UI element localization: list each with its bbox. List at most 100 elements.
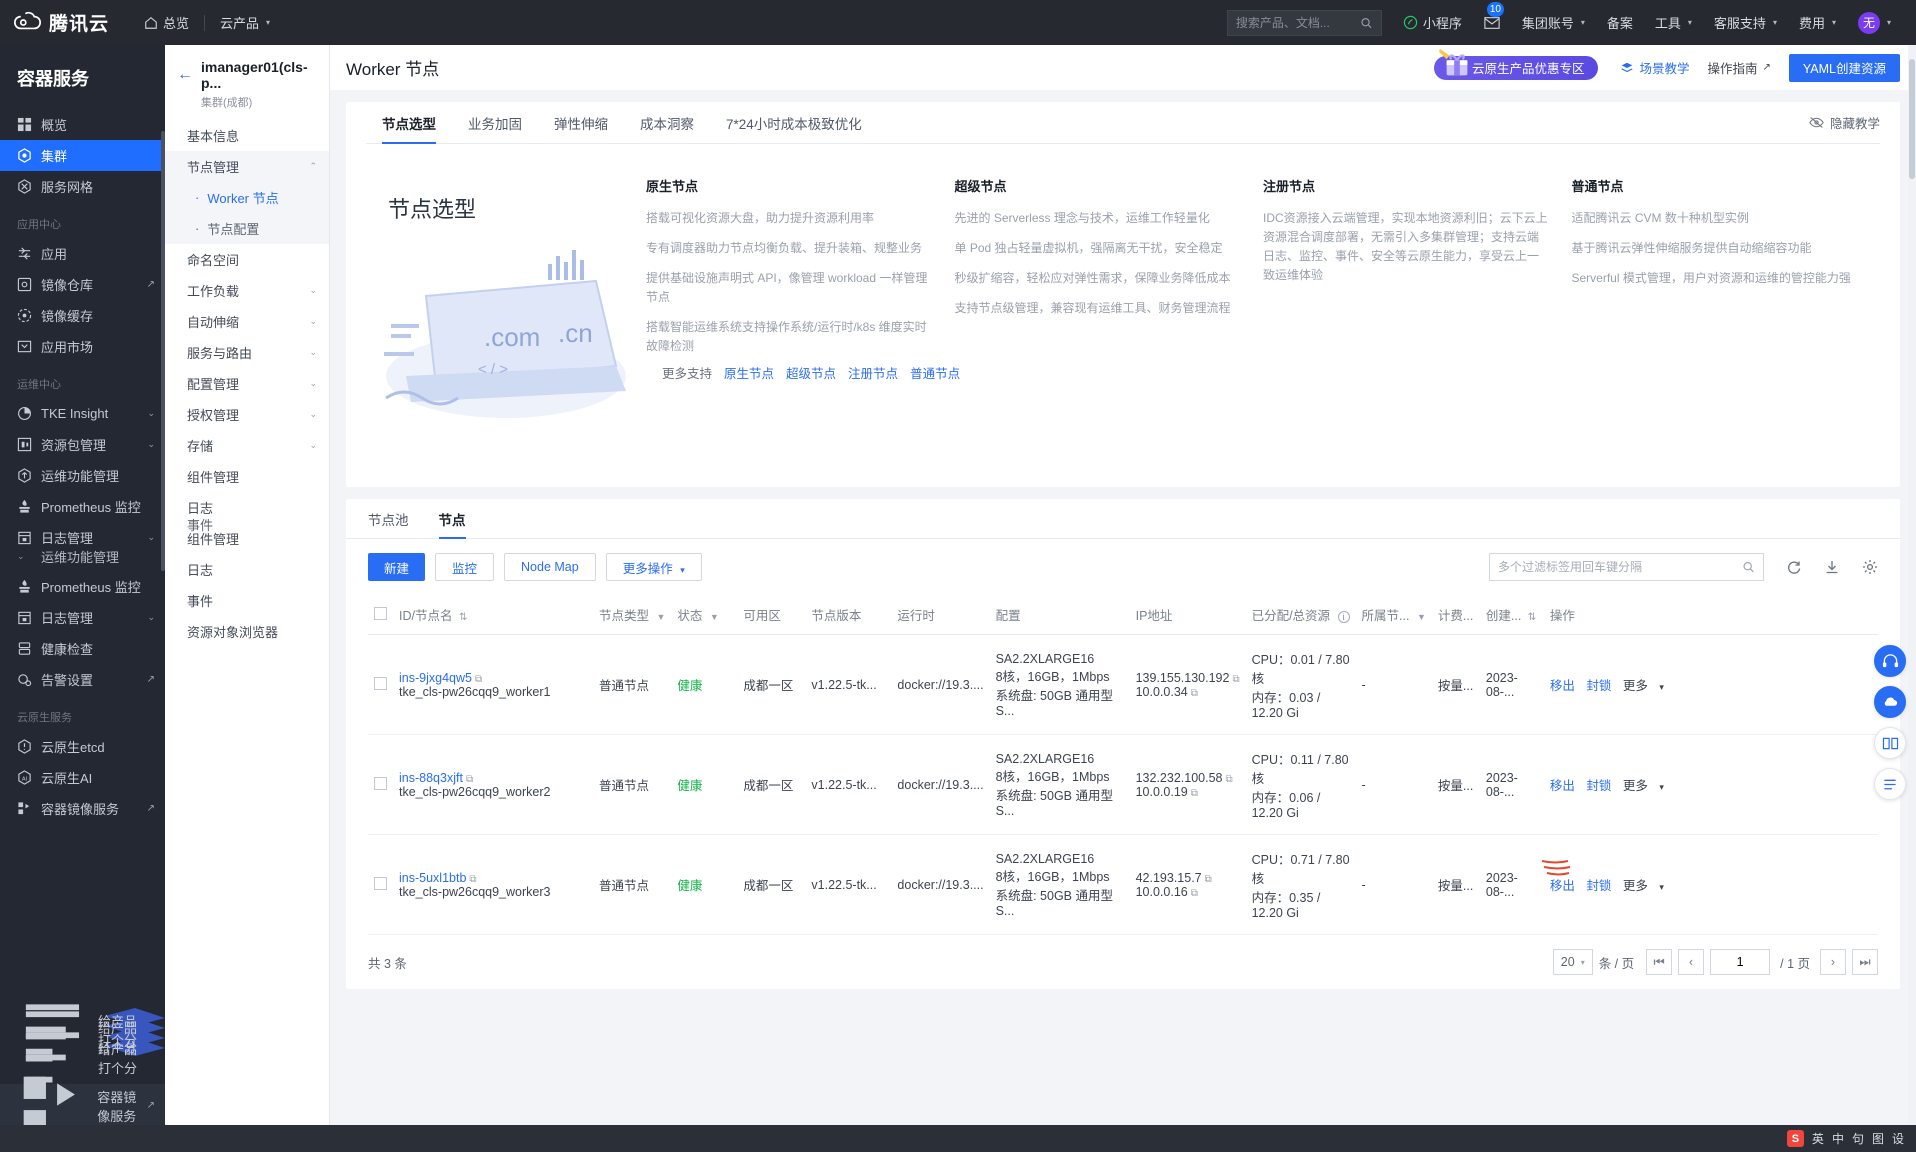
nav-group-account[interactable]: 集团账号 ▾ — [1511, 0, 1596, 45]
next-page-button[interactable]: › — [1820, 949, 1846, 975]
action-remove[interactable]: 移出 — [1550, 879, 1575, 893]
ops-guide-link[interactable]: 操作指南 ↗ — [1707, 58, 1770, 77]
ime-indicator[interactable]: S 英 中 句 图 设 — [1786, 1130, 1904, 1147]
sidebar-item-image-repo[interactable]: 镜像仓库 ↗ — [0, 269, 165, 300]
subnav-item-worker-node[interactable]: · Worker 节点 — [165, 182, 329, 213]
copy-icon[interactable]: ⧉ — [475, 674, 482, 685]
action-cordon[interactable]: 封锁 — [1586, 679, 1611, 693]
page-size-select[interactable]: 20 ▾ — [1552, 949, 1593, 975]
subnav-item-storage[interactable]: 存储 ⌄ — [165, 430, 329, 461]
sidebar-item-alarm-settings[interactable]: 告警设置 ↗ — [0, 664, 165, 695]
ime-item-3[interactable]: 图 — [1872, 1130, 1884, 1147]
table-row[interactable]: ins-5uxl1btb ⧉ tke_cls-pw26cqq9_worker3 普… — [368, 834, 1878, 935]
node-id-link[interactable]: ins-88q3xjft — [399, 771, 463, 785]
row-checkbox[interactable] — [374, 676, 387, 690]
action-remove[interactable]: 移出 — [1550, 779, 1575, 793]
nav-cloud-products[interactable]: 云产品 ▾ — [209, 0, 281, 45]
sogou-ime-icon[interactable]: S — [1786, 1130, 1804, 1147]
row-checkbox[interactable] — [374, 876, 387, 890]
ime-mode[interactable]: 英 — [1812, 1130, 1824, 1147]
copy-icon[interactable]: ⧉ — [1232, 674, 1239, 685]
docs-dock-button[interactable] — [1874, 727, 1906, 759]
scene-teaching-link[interactable]: 场景教学 — [1620, 58, 1689, 77]
tab-cost-insight[interactable]: 成本洞察 — [640, 102, 694, 144]
support-dock-button[interactable] — [1874, 645, 1906, 677]
sidebar-item-tke-insight[interactable]: TKE Insight ⌄ — [0, 398, 165, 429]
sidebar-item-native-ai[interactable]: AI 云原生AI — [0, 762, 165, 793]
last-page-button[interactable]: ⏭ — [1852, 949, 1878, 975]
chevron-down-icon[interactable]: ▾ — [1659, 882, 1664, 892]
action-remove[interactable]: 移出 — [1550, 679, 1575, 693]
filter-icon[interactable]: ▼ — [1417, 612, 1426, 622]
sidebar-item-registry-service[interactable]: 容器镜像服务 ↗ — [0, 793, 165, 824]
filter-search-box[interactable] — [1489, 553, 1764, 581]
more-link-native-node[interactable]: 原生节点 — [724, 363, 774, 382]
action-more[interactable]: 更多 — [1623, 679, 1648, 693]
nav-beian[interactable]: 备案 — [1596, 0, 1644, 45]
feedback-dock-button[interactable] — [1874, 768, 1906, 800]
hide-teaching-button[interactable]: 隐藏教学 — [1809, 113, 1880, 132]
page-scrollbar[interactable] — [1908, 45, 1916, 1152]
subnav-item-workload[interactable]: 工作负载 ⌄ — [165, 275, 329, 306]
table-row[interactable]: ins-88q3xjft ⧉ tke_cls-pw26cqq9_worker2 普… — [368, 734, 1878, 835]
sidebar-item-overview[interactable]: 概览 — [0, 109, 165, 140]
search-input[interactable] — [1235, 15, 1361, 30]
action-cordon[interactable]: 封锁 — [1586, 879, 1611, 893]
sidebar-item-cluster[interactable]: 集群 — [0, 140, 165, 171]
scrollbar-thumb[interactable] — [1909, 59, 1915, 179]
ime-item-1[interactable]: 中 — [1832, 1130, 1844, 1147]
cloud-dock-button[interactable] — [1874, 686, 1906, 718]
first-page-button[interactable]: ⏮ — [1646, 949, 1673, 975]
action-cordon[interactable]: 封锁 — [1586, 779, 1611, 793]
settings-icon[interactable] — [1862, 559, 1878, 575]
nav-overview[interactable]: 总览 — [133, 0, 200, 45]
copy-icon[interactable]: ⧉ — [466, 774, 473, 785]
nav-miniprogram[interactable]: 小程序 — [1392, 0, 1473, 45]
copy-icon[interactable]: ⧉ — [469, 874, 476, 885]
sidebar-item-native-etcd[interactable]: 云原生etcd — [0, 731, 165, 762]
subnav-item-component-management[interactable]: 组件管理 — [165, 461, 329, 492]
ime-item-2[interactable]: 句 — [1852, 1130, 1864, 1147]
more-link-common-node[interactable]: 普通节点 — [910, 363, 960, 382]
sidebar-item-log-manage-2[interactable]: 日志管理 ⌄ — [0, 602, 165, 633]
subnav-item-log-2[interactable]: 日志 — [165, 554, 329, 585]
nav-billing[interactable]: 费用 ▾ — [1788, 0, 1847, 45]
ime-item-4[interactable]: 设 — [1892, 1130, 1904, 1147]
filter-icon[interactable]: ▼ — [657, 612, 666, 622]
sidebar-item-app[interactable]: 应用 — [0, 238, 165, 269]
tab-node-pool[interactable]: 节点池 — [368, 499, 409, 539]
chevron-down-icon[interactable]: ▾ — [1659, 682, 1664, 692]
refresh-icon[interactable] — [1786, 559, 1802, 575]
sort-icon[interactable]: ⇅ — [459, 612, 467, 623]
copy-icon[interactable]: ⧉ — [1205, 874, 1212, 885]
more-link-super-node[interactable]: 超级节点 — [786, 363, 836, 382]
prev-page-button[interactable]: ‹ — [1678, 949, 1705, 975]
sidebar-item-health-check[interactable]: 健康检查 — [0, 633, 165, 664]
subnav-item-event[interactable]: 事件 — [165, 585, 329, 616]
nav-messages[interactable]: 10 — [1473, 0, 1511, 45]
copy-icon[interactable]: ⧉ — [1191, 888, 1198, 899]
subnav-item-node-config[interactable]: · 节点配置 — [165, 213, 329, 244]
info-icon[interactable]: i — [1337, 611, 1350, 623]
brand-logo-link[interactable]: 腾讯云 — [14, 9, 109, 36]
filter-input[interactable] — [1498, 560, 1737, 574]
sidebar-item-resource-package[interactable]: 资源包管理 ⌄ — [0, 429, 165, 460]
nav-tools[interactable]: 工具 ▾ — [1644, 0, 1703, 45]
page-number-input[interactable] — [1710, 949, 1771, 975]
sidebar-item-image-cache[interactable]: 镜像缓存 — [0, 300, 165, 331]
chevron-down-icon[interactable]: ▾ — [1659, 782, 1664, 792]
search-icon[interactable] — [1360, 16, 1373, 30]
tab-node-selection[interactable]: 节点选型 — [382, 102, 436, 144]
node-map-button[interactable]: Node Map — [504, 553, 596, 581]
more-link-registered-node[interactable]: 注册节点 — [848, 363, 898, 382]
more-actions-button[interactable]: 更多操作 ▾ — [605, 553, 702, 581]
copy-icon[interactable]: ⧉ — [1191, 688, 1198, 699]
subnav-item-service-routing[interactable]: 服务与路由 ⌄ — [165, 337, 329, 368]
subnav-item-auth-management[interactable]: 授权管理 ⌄ — [165, 399, 329, 430]
create-button[interactable]: 新建 — [368, 553, 426, 581]
subnav-item-resource-browser[interactable]: 资源对象浏览器 — [165, 616, 329, 647]
promo-banner-button[interactable]: 云原生产品优惠专区 — [1433, 48, 1599, 80]
arrow-left-icon[interactable]: ← — [177, 66, 193, 84]
table-row[interactable]: ins-9jxg4qw5 ⧉ tke_cls-pw26cqq9_worker1 普… — [368, 634, 1878, 735]
tab-nodes[interactable]: 节点 — [438, 499, 466, 539]
